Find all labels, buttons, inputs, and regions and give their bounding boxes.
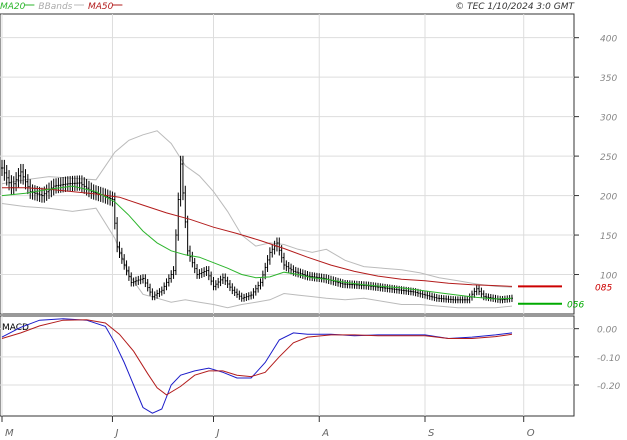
macd-panel-frame: [0, 315, 575, 417]
price-tick-label: 300: [600, 114, 617, 124]
x-tick-label: J: [215, 428, 220, 439]
x-tick-label: A: [321, 428, 329, 439]
price-tick-label: 200: [600, 193, 617, 203]
price-tick-label: 250: [600, 153, 617, 163]
legend-label-bbands: BBands: [38, 2, 72, 12]
x-axis: MJJASO: [1, 416, 535, 439]
legend-label-ma20: MA20: [0, 2, 26, 12]
macd-tick-label: -0.20: [597, 382, 621, 392]
copyright-label: © TEC 1/10/2024 3:0 GMT: [455, 2, 575, 12]
price-panel-frame: [0, 13, 575, 315]
x-tick-label: J: [113, 428, 118, 439]
macd-panel: 0.00-0.10-0.20 MACD: [0, 315, 621, 417]
ma50-last-value: 085: [595, 283, 612, 293]
legend-label-ma50: MA50: [88, 2, 114, 12]
price-tick-label: 150: [600, 232, 617, 242]
price-tick-label: 350: [600, 74, 617, 84]
price-y-axis: 400 350 300 250 200 150 100: [574, 35, 617, 282]
price-tick-label: 400: [600, 35, 617, 45]
stock-chart: MA20 BBands MA50 © TEC 1/10/2024 3:0 GMT 4…: [0, 2, 621, 439]
x-tick-label: O: [527, 428, 535, 439]
chart-header: MA20 BBands MA50 © TEC 1/10/2024 3:0 GMT: [0, 2, 576, 12]
macd-y-axis: 0.00 -0.10 -0.20: [574, 326, 621, 392]
x-tick-label: M: [5, 428, 14, 439]
legend: MA20 BBands MA50: [0, 2, 123, 12]
price-tick-label: 100: [600, 272, 617, 282]
x-tick-label: S: [428, 428, 435, 439]
macd-tick-label: 0.00: [597, 326, 617, 336]
ma20-last-value: 056: [567, 301, 584, 311]
macd-tick-label: -0.10: [597, 354, 621, 364]
price-panel: 400 350 300 250 200 150 100 085 056: [0, 13, 617, 315]
